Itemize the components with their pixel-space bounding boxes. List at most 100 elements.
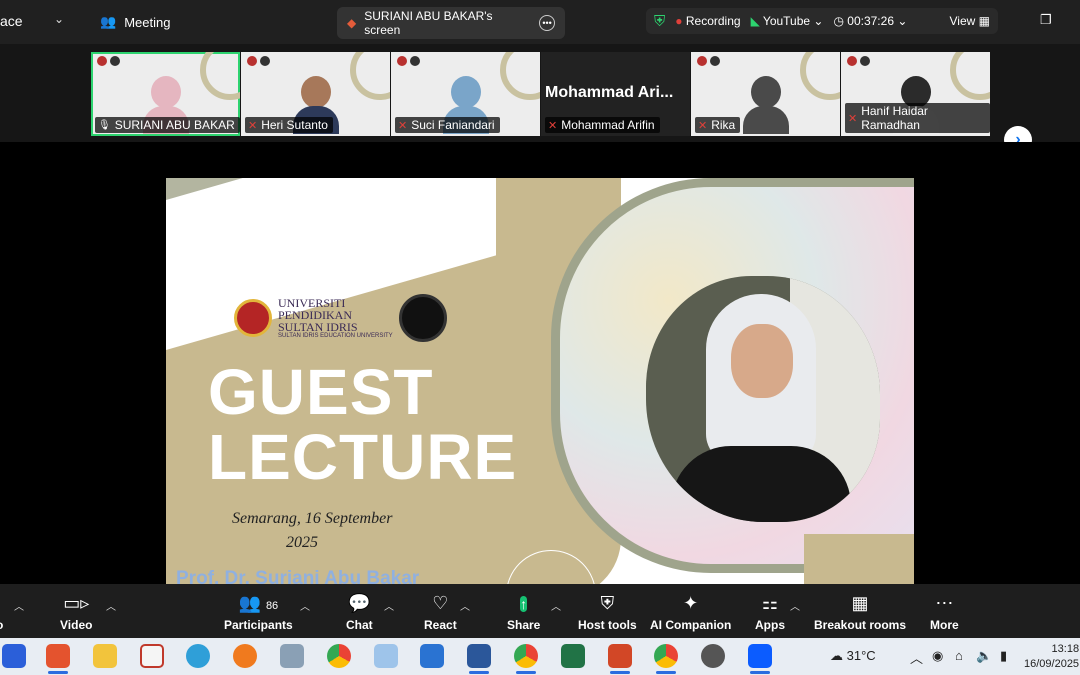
participant-tile[interactable]: ✕ Hanif Haidar Ramadhan: [841, 52, 990, 136]
meeting-timer[interactable]: ◷ 00:37:26 ⌄: [833, 14, 907, 28]
react-button[interactable]: ♡ React: [424, 592, 457, 632]
apps-caret-icon[interactable]: ︿: [790, 598, 800, 613]
windows-taskbar: ☁ 31°C ︿ ◉ ⌂ 🔈 ▮ 13:18 16/09/2025: [0, 638, 1080, 675]
apps-button[interactable]: ⚏ Apps: [755, 592, 785, 632]
file-explorer-icon[interactable]: [93, 644, 117, 668]
weather-widget[interactable]: ☁ 31°C: [830, 648, 876, 664]
participant-name-tag: ✕ Mohammad Arifin: [545, 117, 660, 133]
share-caret-icon[interactable]: ︿: [551, 598, 561, 613]
sparkle-icon: ✦: [683, 593, 699, 613]
chrome-icon[interactable]: [327, 644, 351, 668]
powerpoint-icon[interactable]: [608, 644, 632, 674]
microphone-tray-icon[interactable]: ▮: [1000, 648, 1007, 664]
apps-icon: ⚏: [761, 593, 779, 613]
participant-name-tag: 🎙 SURIANI ABU BAKAR: [95, 117, 240, 133]
ai-companion-button[interactable]: ✦ AI Companion: [650, 592, 731, 632]
workspace-label[interactable]: ace: [0, 13, 23, 29]
university-logos: UNIVERSITI PENDIDIKAN SULTAN IDRIS SULTA…: [234, 294, 447, 342]
photo-jacket: [671, 446, 851, 522]
audio-options-caret-icon[interactable]: ︿: [14, 598, 24, 613]
zoom-app-icon[interactable]: [748, 644, 772, 674]
chat-button[interactable]: 💬 Chat: [346, 592, 373, 632]
participant-name-tag: ✕ Suci Faniandari: [395, 117, 500, 133]
meeting-menu[interactable]: 👥 Meeting: [100, 14, 170, 30]
snipping-tool-icon[interactable]: [140, 644, 164, 668]
participant-tile[interactable]: ✕ Heri Sutanto: [241, 52, 390, 136]
uni-logo: [697, 56, 707, 66]
meeting-label: Meeting: [124, 14, 171, 30]
show-hidden-icons-chevron-icon[interactable]: ︿: [910, 648, 923, 667]
record-icon[interactable]: ◉: [932, 648, 943, 664]
shared-screen-stage: UNIVERSITI PENDIDIKAN SULTAN IDRIS SULTA…: [0, 142, 1080, 584]
uni-logo: [247, 56, 257, 66]
photos-app-icon[interactable]: [374, 644, 398, 668]
slide-title-line-1: GUEST: [208, 356, 434, 428]
participant-name-tag: ✕ Rika: [695, 117, 741, 133]
participant-tile[interactable]: 🎙 SURIANI ABU BAKAR: [91, 52, 240, 136]
share-title: SURIANI ABU BAKAR's screen: [364, 9, 493, 37]
slide-logos: [397, 56, 420, 66]
chrome-profile-2-icon[interactable]: [654, 644, 678, 674]
mic-on-icon: 🎙: [98, 119, 111, 131]
head: [300, 76, 331, 108]
meeting-controls: o ︿ ▭▹Video ︿ 👥 86Participants ︿ 💬Chat ︿…: [0, 584, 1080, 638]
word-icon[interactable]: [467, 644, 491, 674]
microphone-icon: [0, 592, 2, 614]
live-signal-icon: ◣: [750, 14, 760, 28]
participants-button[interactable]: 👥 86 Participants: [224, 592, 293, 632]
video-button[interactable]: ▭▹ Video: [60, 592, 92, 632]
participant-tile[interactable]: ✕ Rika: [691, 52, 840, 136]
security-shield-icon[interactable]: ⛨: [654, 13, 665, 30]
participants-caret-icon[interactable]: ︿: [300, 598, 310, 613]
mic-muted-icon: ✕: [848, 112, 858, 125]
app-launcher-icon[interactable]: [2, 644, 26, 668]
youtube-live-indicator[interactable]: ◣ YouTube ⌄: [751, 14, 824, 28]
restore-window-icon[interactable]: ❐: [1040, 12, 1052, 28]
book-app-icon[interactable]: [420, 644, 444, 668]
settings-gear-icon[interactable]: [701, 644, 725, 668]
photo-face: [731, 324, 793, 398]
pdf-reader-icon[interactable]: [46, 644, 70, 674]
network-icon[interactable]: ⌂: [955, 648, 963, 663]
participant-tile[interactable]: ✕ Suci Faniandari: [391, 52, 540, 136]
slide-logos: [697, 56, 720, 66]
body: [742, 106, 789, 134]
host-tools-button[interactable]: ⛨ Host tools: [578, 592, 637, 632]
chat-caret-icon[interactable]: ︿: [384, 598, 394, 613]
participant-name-tag: ✕ Hanif Haidar Ramadhan: [845, 103, 990, 133]
edge-browser-icon[interactable]: [186, 644, 210, 668]
more-button[interactable]: ⋯ More: [930, 592, 959, 632]
recording-indicator[interactable]: ● Recording: [675, 14, 740, 28]
uni-logo: [397, 56, 407, 66]
participants-icon: 👥 86: [238, 593, 279, 613]
slide-tan-corner: [804, 534, 914, 584]
share-screen-button[interactable]: ↑ Share: [507, 592, 540, 632]
volume-icon[interactable]: 🔈: [976, 648, 992, 664]
more-options-icon[interactable]: •••: [539, 15, 555, 31]
video-options-caret-icon[interactable]: ︿: [106, 598, 116, 613]
react-caret-icon[interactable]: ︿: [460, 598, 470, 613]
mic-muted-icon: ✕: [398, 119, 408, 132]
uni-logo: [847, 56, 857, 66]
more-dots-icon: ⋯: [935, 593, 954, 613]
mic-muted-icon: ✕: [548, 119, 558, 132]
breakout-rooms-button[interactable]: ▦ Breakout rooms: [814, 592, 906, 632]
excel-icon[interactable]: [561, 644, 585, 668]
cloud-icon: ☁: [830, 648, 843, 663]
uni-logo: [860, 56, 870, 66]
system-clock[interactable]: 13:18 16/09/2025: [1024, 642, 1079, 672]
participant-strip: 🎙 SURIANI ABU BAKAR ✕ Heri Sutanto ✕ Suci F…: [0, 44, 1080, 154]
slide-title-line-2: LECTURE: [208, 421, 518, 493]
screen-share-indicator[interactable]: ◆ SURIANI ABU BAKAR's screen •••: [337, 7, 565, 39]
participant-name-tag: ✕ Heri Sutanto: [245, 117, 333, 133]
participant-video-off-name: Mohammad Ari...: [545, 84, 674, 101]
slide-logos: [97, 56, 120, 66]
share-arrow-icon: ↑: [520, 596, 528, 612]
remote-desktop-icon[interactable]: [280, 644, 304, 668]
chevron-down-icon[interactable]: ⌄: [54, 12, 64, 26]
audio-button[interactable]: o: [0, 592, 3, 632]
chrome-profile-icon[interactable]: [514, 644, 538, 674]
view-button[interactable]: View ▦: [950, 14, 990, 28]
firefox-icon[interactable]: [233, 644, 257, 668]
participant-tile[interactable]: Mohammad Ari... ✕ Mohammad Arifin: [541, 52, 690, 136]
